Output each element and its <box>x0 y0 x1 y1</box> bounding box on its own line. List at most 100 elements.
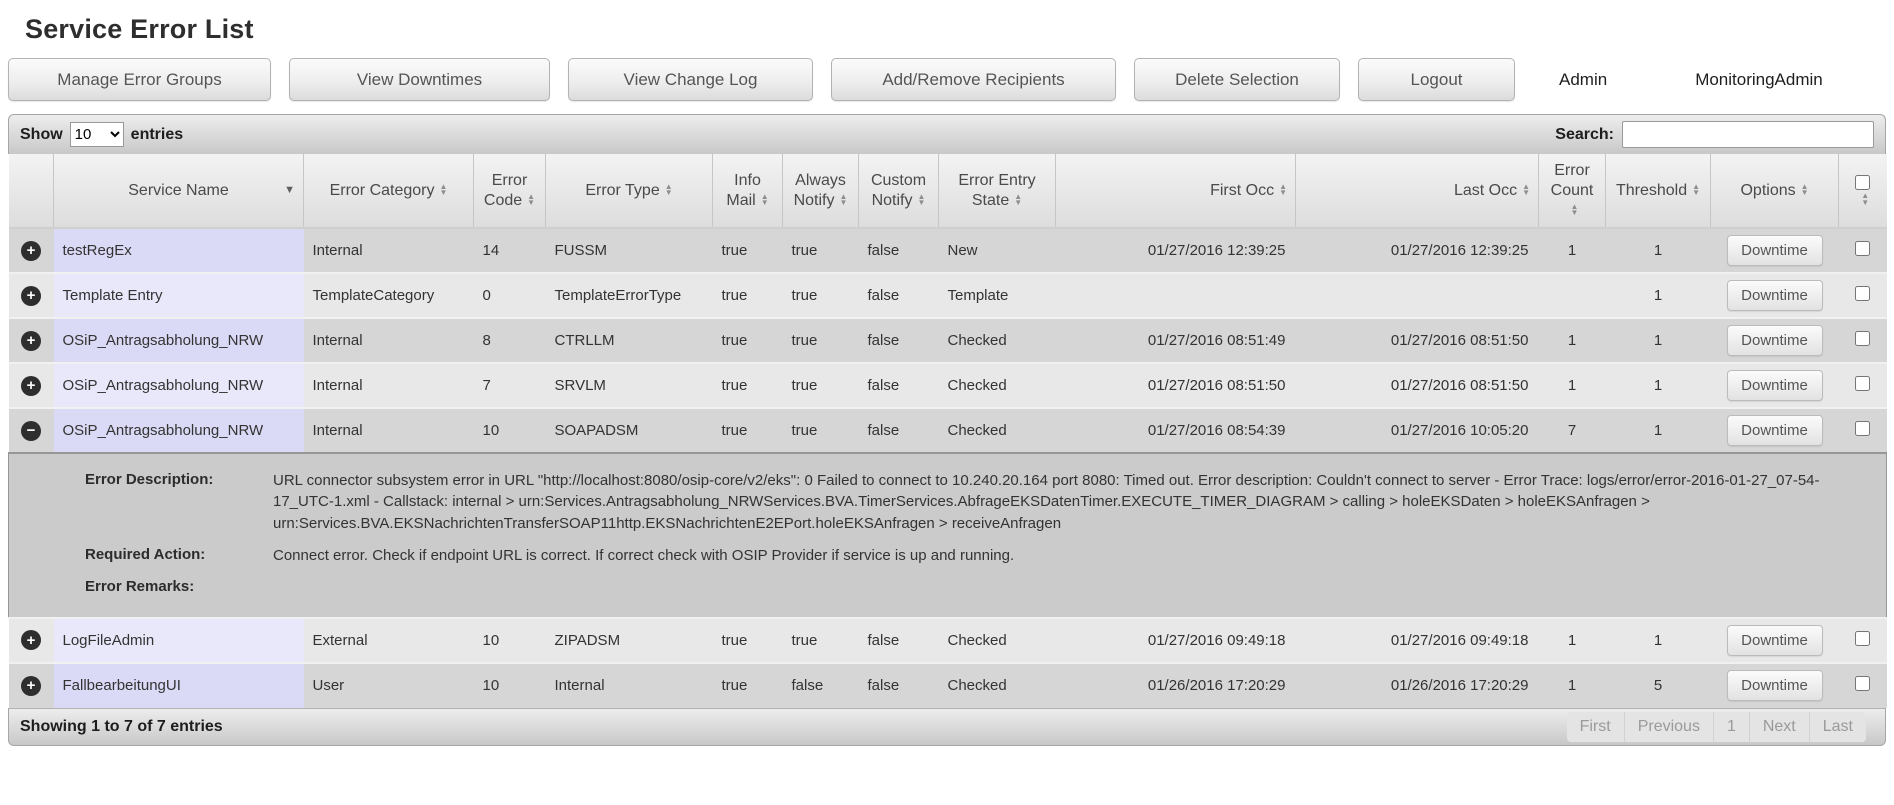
cell-error-type: CTRLLM <box>545 317 713 363</box>
cell-service-name: FallbearbeitungUI <box>53 661 304 708</box>
column-header-error-code[interactable]: Error Code ▲ ▼ <box>473 154 546 229</box>
cell-last-occ: 01/27/2016 10:05:20 <box>1295 407 1539 453</box>
row-select-checkbox[interactable] <box>1855 676 1870 692</box>
cell-service-name: testRegEx <box>53 227 304 273</box>
sort-icon: ▲ ▼ <box>527 191 536 208</box>
collapse-row-icon[interactable]: − <box>21 420 41 441</box>
row-detail-panel: Error Description: URL connector subsyste… <box>8 452 1887 619</box>
cell-custom-notify: false <box>858 272 939 318</box>
cell-error-type: SOAPADSM <box>545 407 713 453</box>
cell-error-entry-state: Checked <box>938 317 1056 363</box>
sort-icon: ▲ ▼ <box>839 191 848 208</box>
column-header-error-type[interactable]: Error Type ▲ ▼ <box>545 154 713 229</box>
page-length-select[interactable]: 10 <box>69 122 124 147</box>
column-header-last-occ[interactable]: Last Occ ▲ ▼ <box>1295 154 1539 229</box>
column-header-info-mail[interactable]: Info Mail ▲ ▼ <box>712 154 783 229</box>
table-footer-bar: Showing 1 to 7 of 7 entries First Previou… <box>8 707 1886 746</box>
pagination-next[interactable]: Next <box>1748 711 1809 742</box>
pagination-first[interactable]: First <box>1567 712 1624 742</box>
row-select-checkbox[interactable] <box>1855 331 1870 346</box>
add-remove-recipients-button[interactable]: Add/Remove Recipients <box>831 58 1116 101</box>
delete-selection-button[interactable]: Delete Selection <box>1134 58 1340 101</box>
downtime-button[interactable]: Downtime <box>1726 624 1823 656</box>
sort-icon: ▲ ▼ <box>1861 191 1870 207</box>
column-header-label: Threshold <box>1615 181 1688 199</box>
view-change-log-button[interactable]: View Change Log <box>568 58 813 101</box>
expand-row-icon[interactable]: + <box>21 330 41 351</box>
cell-threshold: 1 <box>1605 362 1711 408</box>
sort-icon: ▲ ▼ <box>439 181 448 198</box>
page-title: Service Error List <box>25 14 254 44</box>
pagination-last[interactable]: Last <box>1808 711 1866 742</box>
select-all-checkbox[interactable] <box>1855 175 1871 191</box>
column-header-service-name[interactable]: Service Name ▼ <box>53 154 304 229</box>
column-header-label: Service Name <box>128 181 229 199</box>
pagination-previous[interactable]: Previous <box>1623 711 1713 742</box>
cell-error-count: 1 <box>1538 317 1606 363</box>
row-select-checkbox[interactable] <box>1855 241 1870 256</box>
cell-info-mail: true <box>712 272 783 318</box>
cell-error-code: 8 <box>473 317 546 363</box>
expand-row-icon[interactable]: + <box>21 285 41 306</box>
downtime-button[interactable]: Downtime <box>1726 415 1823 446</box>
cell-service-name: OSiP_Antragsabholung_NRW <box>53 317 304 363</box>
row-select-checkbox[interactable] <box>1855 286 1870 301</box>
detail-label: Required Action: <box>85 545 206 563</box>
cell-error-category: TemplateCategory <box>303 272 474 318</box>
select-all-header[interactable]: ▲ ▼ <box>1838 154 1887 229</box>
cell-service-name: Template Entry <box>53 272 304 318</box>
cell-error-category: External <box>303 616 474 663</box>
cell-custom-notify: false <box>858 227 939 273</box>
downtime-button[interactable]: Downtime <box>1726 670 1823 702</box>
row-select-checkbox[interactable] <box>1855 421 1870 436</box>
cell-error-entry-state: Checked <box>938 616 1056 663</box>
cell-info-mail: true <box>712 227 783 273</box>
downtime-button[interactable]: Downtime <box>1726 235 1823 266</box>
cell-error-type: FUSSM <box>545 227 713 273</box>
logout-button[interactable]: Logout <box>1358 58 1515 101</box>
expand-row-icon[interactable]: + <box>21 675 41 696</box>
cell-first-occ: 01/27/2016 08:51:49 <box>1055 317 1296 363</box>
view-downtimes-button[interactable]: View Downtimes <box>289 58 550 101</box>
row-select-checkbox[interactable] <box>1855 376 1870 391</box>
column-header-label: Error Category <box>329 181 435 199</box>
column-header-always-notify[interactable]: Always Notify ▲ ▼ <box>782 154 859 229</box>
expand-row-icon[interactable]: + <box>21 240 41 261</box>
cell-first-occ: 01/26/2016 17:20:29 <box>1055 661 1296 708</box>
pagination-1[interactable]: 1 <box>1712 711 1749 742</box>
search-input[interactable] <box>1622 121 1874 148</box>
cell-error-code: 14 <box>473 227 546 273</box>
cell-custom-notify: false <box>858 616 939 663</box>
cell-last-occ: 01/27/2016 08:51:50 <box>1295 362 1539 408</box>
error-table: Service Name ▼ Error Category ▲ ▼ Error Code ▲… <box>8 154 1887 708</box>
cell-last-occ: 01/26/2016 17:20:29 <box>1295 661 1539 708</box>
downtime-button[interactable]: Downtime <box>1726 370 1823 401</box>
cell-threshold: 1 <box>1605 616 1711 663</box>
expand-row-icon[interactable]: + <box>21 630 41 651</box>
column-header-label: Error Code <box>483 171 528 209</box>
cell-first-occ: 01/27/2016 08:54:39 <box>1055 407 1296 453</box>
column-header-options[interactable]: Options ▲ ▼ <box>1710 154 1839 229</box>
cell-info-mail: true <box>712 317 783 363</box>
column-header-error-category[interactable]: Error Category ▲ ▼ <box>303 154 474 229</box>
downtime-button[interactable]: Downtime <box>1726 325 1823 356</box>
cell-error-count: 7 <box>1538 407 1606 453</box>
cell-error-count: 1 <box>1538 362 1606 408</box>
column-header-error-count[interactable]: Error Count ▲ ▼ <box>1538 154 1606 229</box>
row-select-checkbox[interactable] <box>1855 630 1870 646</box>
manage-error-groups-button[interactable]: Manage Error Groups <box>8 58 271 101</box>
expand-row-icon[interactable]: + <box>21 375 41 396</box>
error-table-wrapper: Show 10 entries Search: Service Name ▼ Err… <box>8 114 1887 746</box>
cell-threshold: 1 <box>1605 227 1711 273</box>
column-header-first-occ[interactable]: First Occ ▲ ▼ <box>1055 154 1296 229</box>
cell-always-notify: false <box>782 661 859 708</box>
column-header-threshold[interactable]: Threshold ▲ ▼ <box>1605 154 1711 229</box>
downtime-button[interactable]: Downtime <box>1726 280 1823 311</box>
cell-error-code: 10 <box>473 616 546 663</box>
column-header-custom-notify[interactable]: Custom Notify ▲ ▼ <box>858 154 939 229</box>
column-header-error-entry-state[interactable]: Error Entry State ▲ ▼ <box>938 154 1056 229</box>
cell-error-entry-state: New <box>938 227 1056 273</box>
cell-custom-notify: false <box>858 362 939 408</box>
cell-error-type: ZIPADSM <box>545 616 713 663</box>
cell-info-mail: true <box>712 661 783 708</box>
